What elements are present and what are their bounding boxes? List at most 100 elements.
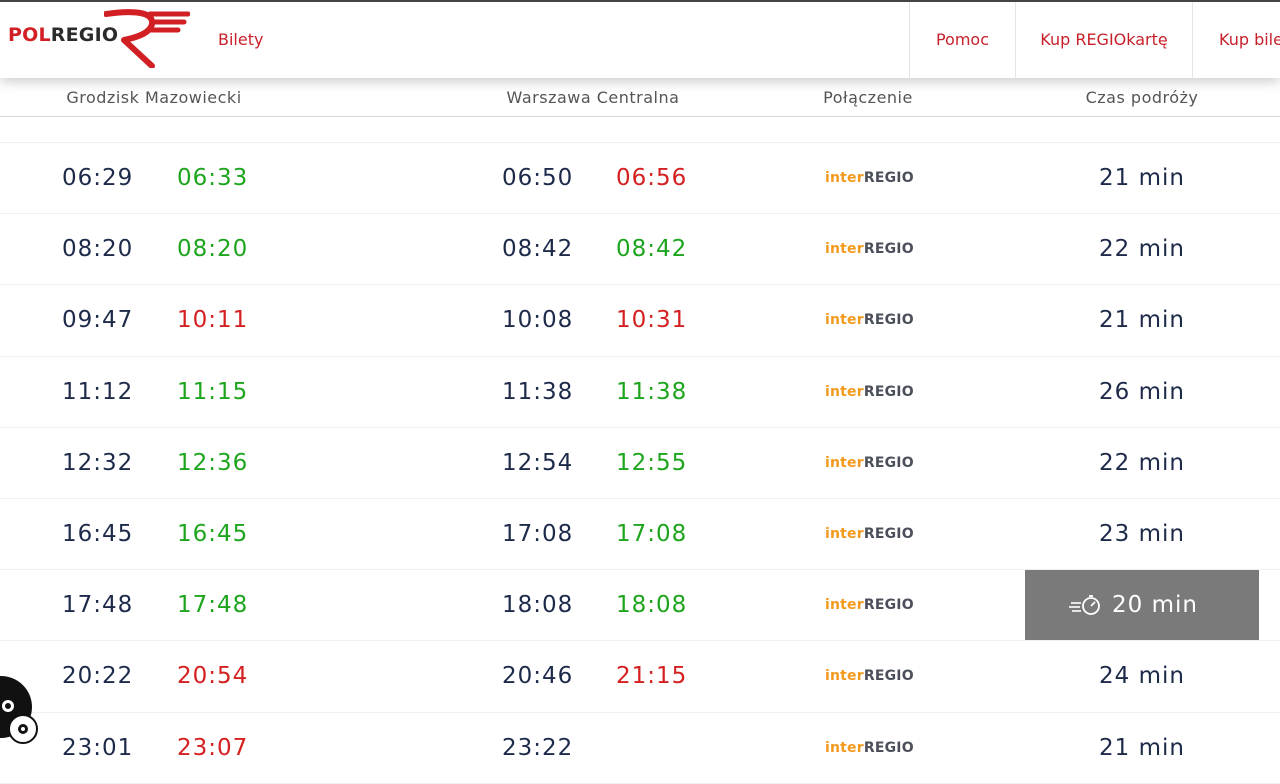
carrier-regio: REGIO: [863, 597, 914, 614]
column-header-duration: Czas podróży: [1085, 88, 1199, 107]
carrier-regio: REGIO: [863, 170, 914, 187]
carrier-regio: REGIO: [863, 739, 914, 756]
departure-scheduled: 11:12: [62, 378, 134, 405]
carrier-inter: inter: [825, 170, 864, 187]
duration: 24 min: [1099, 663, 1185, 690]
circle-icon: [2, 700, 14, 712]
carrier-regio: REGIO: [863, 668, 914, 685]
nav-kup-bilet[interactable]: Kup bile: [1192, 0, 1280, 78]
carrier-regio: REGIO: [863, 383, 914, 400]
departure-actual: 23:07: [177, 734, 249, 761]
carrier-inter: inter: [825, 597, 864, 614]
carrier-logo-interregio: interREGIO: [825, 241, 914, 257]
duration-cell-fastest[interactable]: 20 min: [1025, 570, 1259, 641]
logo-pol: POL: [8, 24, 51, 46]
duration-cell: 21 min: [1025, 713, 1259, 783]
logo-wordmark: POLREGIO: [8, 24, 118, 46]
arrival-scheduled: 20:46: [502, 663, 574, 690]
duration-cell: 26 min: [1025, 357, 1259, 427]
table-row[interactable]: 23:01 23:07 23:22 interREGIO 21 min: [0, 713, 1280, 784]
arrival-actual: 12:55: [616, 449, 688, 476]
arrival-actual: 08:42: [616, 236, 688, 263]
column-header-to: Warszawa Centralna: [506, 88, 680, 107]
duration: 21 min: [1099, 165, 1185, 192]
arrival-actual: 11:38: [616, 378, 688, 405]
duration-cell: 21 min: [1025, 285, 1259, 355]
carrier-inter: inter: [825, 241, 864, 258]
polregio-mark-icon: [104, 9, 190, 68]
carrier-logo-interregio: interREGIO: [825, 170, 914, 186]
carrier-logo-interregio: interREGIO: [825, 312, 914, 328]
carrier-logo-interregio: interREGIO: [825, 597, 914, 613]
departure-scheduled: 23:01: [62, 734, 134, 761]
nav-kup-bilet-label: Kup bile: [1219, 29, 1280, 49]
polregio-logo[interactable]: POLREGIO: [8, 8, 198, 70]
arrival-actual: 17:08: [616, 521, 688, 548]
fast-stopwatch-icon: [1069, 595, 1100, 616]
floating-mini-button[interactable]: [8, 714, 38, 744]
arrival-scheduled: 17:08: [502, 521, 574, 548]
duration: 26 min: [1099, 378, 1185, 405]
departure-scheduled: 20:22: [62, 663, 134, 690]
nav-pomoc[interactable]: Pomoc: [909, 0, 1015, 78]
duration: 21 min: [1099, 307, 1185, 334]
departure-scheduled: 16:45: [62, 521, 134, 548]
arrival-scheduled: 11:38: [502, 378, 574, 405]
departure-actual: 20:54: [177, 663, 249, 690]
nav-bilety[interactable]: Bilety: [218, 30, 263, 49]
timetable-list: 06:29 06:33 06:50 06:56 interREGIO 21 mi…: [0, 143, 1280, 784]
duration: 21 min: [1099, 734, 1185, 761]
carrier-regio: REGIO: [863, 526, 914, 543]
arrival-actual: 06:56: [616, 165, 688, 192]
site-header: POLREGIO Bilety Pomoc Kup REGIOkartę Kup…: [0, 0, 1280, 78]
carrier-inter: inter: [825, 312, 864, 329]
table-row[interactable]: 11:12 11:15 11:38 11:38 interREGIO 26 mi…: [0, 357, 1280, 428]
departure-scheduled: 08:20: [62, 236, 134, 263]
duration-cell: 21 min: [1025, 143, 1259, 213]
table-row[interactable]: 08:20 08:20 08:42 08:42 interREGIO 22 mi…: [0, 214, 1280, 286]
departure-actual: 08:20: [177, 236, 249, 263]
nav-pomoc-label: Pomoc: [935, 29, 990, 49]
nav-kup-regiokarte[interactable]: Kup REGIOkartę: [1015, 0, 1192, 78]
carrier-regio: REGIO: [863, 312, 914, 329]
departure-actual: 17:48: [177, 592, 249, 619]
carrier-logo-interregio: interREGIO: [825, 455, 914, 471]
table-row[interactable]: 12:32 12:36 12:54 12:55 interREGIO 22 mi…: [0, 428, 1280, 499]
carrier-inter: inter: [825, 739, 864, 756]
table-row[interactable]: 20:22 20:54 20:46 21:15 interREGIO 24 mi…: [0, 641, 1280, 713]
duration-cell: 24 min: [1025, 641, 1259, 711]
carrier-inter: inter: [825, 668, 864, 685]
duration: 20 min: [1112, 592, 1198, 619]
nav-kup-regiokarte-label: Kup REGIOkartę: [1040, 29, 1168, 49]
carrier-logo-interregio: interREGIO: [825, 740, 914, 756]
departure-actual: 16:45: [177, 521, 249, 548]
carrier-logo-interregio: interREGIO: [825, 526, 914, 542]
departure-scheduled: 12:32: [62, 449, 134, 476]
window-top-border: [0, 0, 1280, 2]
carrier-inter: inter: [825, 383, 864, 400]
departure-scheduled: 17:48: [62, 592, 134, 619]
departure-scheduled: 06:29: [62, 165, 134, 192]
table-row[interactable]: 06:29 06:33 06:50 06:56 interREGIO 21 mi…: [0, 143, 1280, 215]
arrival-scheduled: 12:54: [502, 449, 574, 476]
duration: 23 min: [1099, 521, 1185, 548]
carrier-inter: inter: [825, 454, 864, 471]
departure-actual: 12:36: [177, 449, 249, 476]
arrival-scheduled: 10:08: [502, 307, 574, 334]
duration: 22 min: [1099, 449, 1185, 476]
table-row[interactable]: 17:48 17:48 18:08 18:08 interREGIO 20 mi…: [0, 570, 1280, 642]
arrival-scheduled: 08:42: [502, 236, 574, 263]
carrier-logo-interregio: interREGIO: [825, 384, 914, 400]
table-row[interactable]: 16:45 16:45 17:08 17:08 interREGIO 23 mi…: [0, 499, 1280, 571]
arrival-actual: 21:15: [616, 663, 688, 690]
duration-cell: 22 min: [1025, 214, 1259, 284]
departure-actual: 06:33: [177, 165, 249, 192]
departure-scheduled: 09:47: [62, 307, 134, 334]
departure-actual: 10:11: [177, 307, 249, 334]
carrier-logo-interregio: interREGIO: [825, 668, 914, 684]
table-row[interactable]: 09:47 10:11 10:08 10:31 interREGIO 21 mi…: [0, 285, 1280, 357]
arrival-actual: 18:08: [616, 592, 688, 619]
arrival-actual: 10:31: [616, 307, 688, 334]
carrier-inter: inter: [825, 526, 864, 543]
arrival-scheduled: 23:22: [502, 734, 574, 761]
